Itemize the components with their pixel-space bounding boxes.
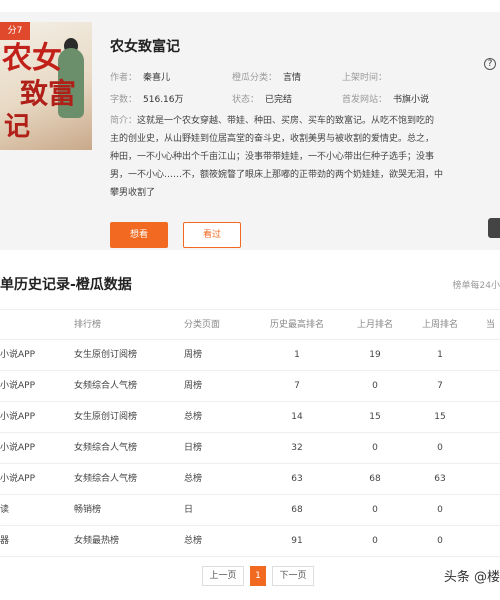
side-float-icon[interactable] [488, 218, 500, 238]
cell-category-page: 总榜 [184, 536, 203, 546]
cover-title-line-2: 致富 [20, 77, 77, 110]
cell-ranking: 女频综合人气榜 [74, 474, 138, 484]
table-header-row: 排行榜 分类页面 历史最高排名 上月排名 上周排名 当 [0, 309, 500, 340]
cell-highest-rank: 32 [291, 443, 303, 453]
synopsis-line: 攀男收割了 [110, 188, 156, 198]
words-label: 字数： [110, 95, 138, 105]
cell-last-week-rank: 0 [437, 536, 443, 546]
cell-last-week-rank: 15 [434, 412, 446, 422]
history-update-note: 榜单每24小 [452, 281, 500, 291]
status-value: 已完结 [265, 95, 293, 105]
book-cover[interactable]: 分7 农女 致富 记 [0, 22, 92, 150]
cell-category-page: 总榜 [184, 412, 203, 422]
cell-highest-rank: 7 [294, 381, 300, 391]
site-meta: 首发网站： 书旗小说 [342, 92, 429, 105]
cell-platform: 小说APP [0, 381, 36, 391]
status-meta: 状态： 已完结 [232, 92, 292, 105]
cover-title-line-1: 农女 [2, 41, 62, 76]
cell-ranking: 女生原创订阅榜 [74, 412, 138, 422]
cell-highest-rank: 68 [291, 505, 303, 515]
cell-category-page: 日 [184, 505, 194, 515]
cell-last-month-rank: 68 [369, 474, 381, 484]
synopsis-line: 主的创业史，从山野娃到位居高堂的奋斗史，收割美男与被收割的爱情史。总之， [110, 134, 435, 144]
cell-ranking: 女频综合人气榜 [74, 443, 138, 453]
synopsis-line: 简介：这就是一个农女穿越、带娃、种田、买房、买车的致富记。从吃不饱到吃的 [110, 112, 500, 130]
cell-ranking: 女生原创订阅榜 [74, 350, 138, 360]
cell-platform: 小说APP [0, 350, 36, 360]
cell-highest-rank: 1 [294, 350, 300, 360]
synopsis-line: 男，一不小心……不，额筱婉瞥了眼床上那嘟的正带劲的两个奶娃娃，欲哭无泪，中 [110, 170, 444, 180]
cell-category-page: 周榜 [184, 350, 203, 360]
cell-last-week-rank: 7 [437, 381, 443, 391]
cell-last-month-rank: 0 [372, 443, 378, 453]
site-label: 首发网站： [342, 95, 388, 105]
cell-last-week-rank: 63 [434, 474, 446, 484]
cell-last-week-rank: 0 [437, 443, 443, 453]
book-synopsis: 简介：这就是一个农女穿越、带娃、种田、买房、买车的致富记。从吃不饱到吃的 主的创… [110, 112, 500, 202]
listed-label: 上架时间： [342, 73, 388, 83]
cover-ribbon: 分7 [0, 22, 30, 40]
cell-last-month-rank: 0 [372, 536, 378, 546]
cell-ranking: 女频最热榜 [74, 536, 120, 546]
header-highest-rank: 历史最高排名 [269, 320, 324, 330]
cell-category-page: 日榜 [184, 443, 203, 453]
cell-platform: 读 [0, 505, 10, 515]
cell-category-page: 总榜 [184, 474, 203, 484]
cover-title-line-3: 记 [4, 112, 31, 142]
synopsis-label: 简介： [110, 116, 138, 126]
table-row: 读 畅销榜 日 68 0 0 [0, 495, 500, 526]
prev-page-button[interactable]: 上一页 [202, 566, 244, 586]
watermark-text: 头条 @楼 [443, 570, 500, 585]
cell-highest-rank: 63 [291, 474, 303, 484]
ranking-history-table: 排行榜 分类页面 历史最高排名 上月排名 上周排名 当 小说APP 女生原创订阅… [0, 309, 500, 557]
header-category-page: 分类页面 [184, 320, 221, 330]
history-section-title: 单历史记录-橙瓜数据 [0, 277, 132, 293]
cell-last-week-rank: 1 [437, 350, 443, 360]
cell-highest-rank: 14 [291, 412, 303, 422]
words-value: 516.16万 [143, 95, 184, 105]
category-value: 言情 [283, 73, 302, 83]
synopsis-line: 种田，一不小心种出个千亩江山；没事带带娃娃，一不小心带出仨种子选手；没事 [110, 152, 435, 162]
cell-last-month-rank: 0 [372, 381, 378, 391]
book-title: 农女致富记 [110, 39, 180, 55]
have-read-button[interactable]: 看过 [183, 222, 241, 248]
site-value: 书旗小说 [393, 95, 430, 105]
words-meta: 字数： 516.16万 [110, 92, 184, 105]
author-meta: 作者： 秦喜儿 [110, 70, 170, 83]
cell-last-week-rank: 0 [437, 505, 443, 515]
cell-platform: 小说APP [0, 412, 36, 422]
cell-last-month-rank: 19 [369, 350, 381, 360]
author-label: 作者： [110, 73, 138, 83]
cell-highest-rank: 91 [291, 536, 303, 546]
cell-ranking: 女频综合人气榜 [74, 381, 138, 391]
category-label: 橙瓜分类： [232, 73, 278, 83]
cell-platform: 器 [0, 536, 10, 546]
header-last-week-rank: 上周排名 [421, 320, 458, 330]
header-current-rank: 当 [486, 320, 496, 330]
table-row: 小说APP 女频综合人气榜 日榜 32 0 0 [0, 433, 500, 464]
cell-platform: 小说APP [0, 474, 36, 484]
status-label: 状态： [232, 95, 260, 105]
table-row: 小说APP 女生原创订阅榜 周榜 1 19 1 [0, 340, 500, 371]
page-number-button[interactable]: 1 [250, 566, 266, 586]
table-row: 小说APP 女生原创订阅榜 总榜 14 15 15 [0, 402, 500, 433]
table-row: 小说APP 女频综合人气榜 周榜 7 0 7 [0, 371, 500, 402]
cell-ranking: 畅销榜 [74, 505, 102, 515]
header-last-month-rank: 上月排名 [356, 320, 393, 330]
help-icon[interactable]: ? [484, 58, 496, 70]
want-to-read-button[interactable]: 想看 [110, 222, 168, 248]
cell-last-month-rank: 15 [369, 412, 381, 422]
category-meta: 橙瓜分类： 言情 [232, 70, 301, 83]
cell-category-page: 周榜 [184, 381, 203, 391]
cell-last-month-rank: 0 [372, 505, 378, 515]
table-row: 器 女频最热榜 总榜 91 0 0 [0, 526, 500, 557]
table-row: 小说APP 女频综合人气榜 总榜 63 68 63 [0, 464, 500, 495]
next-page-button[interactable]: 下一页 [272, 566, 314, 586]
author-value[interactable]: 秦喜儿 [143, 73, 170, 83]
cell-platform: 小说APP [0, 443, 36, 453]
header-ranking: 排行榜 [74, 320, 102, 330]
listed-meta: 上架时间： [342, 70, 393, 83]
synopsis-text: 这就是一个农女穿越、带娃、种田、买房、买车的致富记。从吃不饱到吃的 [137, 116, 435, 126]
